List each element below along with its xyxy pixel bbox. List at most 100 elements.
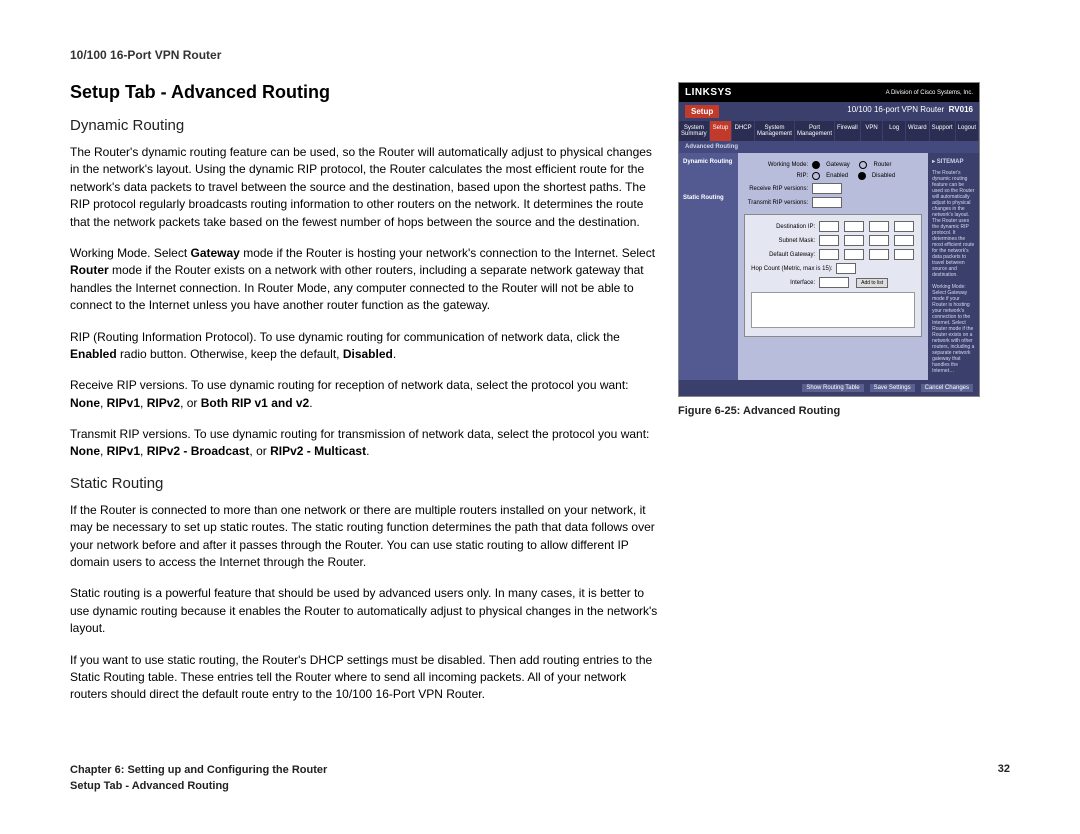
text: , [140,444,147,458]
side-item: Dynamic Routing [683,159,734,165]
tip-text: The Router's dynamic routing feature can… [932,170,975,278]
field-label: Receive RIP versions: [744,186,808,192]
ip-octet [819,235,839,246]
figure-caption: Figure 6-25: Advanced Routing [678,405,1010,417]
ip-octet [819,221,839,232]
field-label: Destination IP: [751,224,815,230]
text: . [366,444,369,458]
field-label: Working Mode: [744,162,808,168]
show-table-button: Show Routing Table [802,384,863,392]
ip-octet [894,221,914,232]
text-column: Setup Tab - Advanced Routing Dynamic Rou… [70,82,660,718]
number-box [836,263,856,274]
text: , [100,396,107,410]
radio-icon [812,172,820,180]
router-tabs: System SummarySetupDHCPSystem Management… [679,121,979,141]
tip-text: Working Mode: Select Gateway mode if you… [932,284,975,374]
model-code: RV016 [949,105,973,114]
router-tab: Logout [956,121,979,141]
static-route-panel: Destination IP: Subnet Mask: Default Gat… [744,214,922,337]
bold: Gateway [191,246,240,260]
field-label: Subnet Mask: [751,238,815,244]
figure-column: LINKSYS A Division of Cisco Systems, Inc… [678,82,1010,718]
ip-octet [869,235,889,246]
bold: RIPv2 [147,396,180,410]
radio-label: Enabled [826,173,848,179]
paragraph: The Router's dynamic routing feature can… [70,144,660,231]
paragraph: Transmit RIP versions. To use dynamic ro… [70,426,660,461]
cancel-button: Cancel Changes [921,384,973,392]
router-tab: Log [883,121,906,141]
router-tips: ▸ SITEMAP The Router's dynamic routing f… [928,153,979,380]
ip-octet [844,235,864,246]
bold: RIPv1 [107,444,140,458]
route-list-box [751,292,915,328]
paragraph: If you want to use static routing, the R… [70,652,660,704]
router-tab: Wizard [906,121,930,141]
side-item: Static Routing [683,195,734,201]
bold: RIPv2 - Broadcast [147,444,250,458]
text: . [393,347,396,361]
text: Transmit RIP versions. To use dynamic ro… [70,427,649,441]
paragraph: If the Router is connected to more than … [70,502,660,572]
text: Working Mode. Select [70,246,191,260]
brand-logo: LINKSYS [685,87,732,98]
text: , or [249,444,270,458]
document-page: 10/100 16-Port VPN Router Setup Tab - Ad… [0,0,1080,834]
router-tab: Port Management [795,121,835,141]
ip-octet [819,249,839,260]
add-button: Add to list [856,278,888,288]
router-body: Dynamic Routing Static Routing Working M… [679,153,979,380]
brand-sub: A Division of Cisco Systems, Inc. [886,90,973,96]
paragraph: Static routing is a powerful feature tha… [70,585,660,637]
bold: None [70,444,100,458]
radio-icon [812,161,820,169]
ip-octet [869,249,889,260]
bold: Both RIP v1 and v2 [201,396,309,410]
radio-icon [859,161,867,169]
ip-octet [894,235,914,246]
radio-icon [858,172,866,180]
radio-label: Router [873,162,891,168]
save-button: Save Settings [870,384,915,392]
page-footer: Chapter 6: Setting up and Configuring th… [70,763,1010,794]
text: . [309,396,312,410]
router-subtabs: Advanced Routing [679,141,979,153]
select-icon [812,183,842,194]
router-tab: VPN [861,121,884,141]
text: RIP (Routing Information Protocol). To u… [70,330,620,344]
running-header: 10/100 16-Port VPN Router [70,48,1010,62]
router-logo-bar: LINKSYS A Division of Cisco Systems, Inc… [679,83,979,102]
radio-label: Disabled [872,173,895,179]
sitemap-label: ▸ SITEMAP [932,159,975,166]
bold: RIPv1 [107,396,140,410]
select-icon [819,277,849,288]
text: , [100,444,107,458]
paragraph: Receive RIP versions. To use dynamic rou… [70,377,660,412]
router-model-bar: Setup 10/100 16-port VPN Router RV016 [679,102,979,121]
bold: Disabled [343,347,393,361]
heading-dynamic: Dynamic Routing [70,117,660,134]
field-label: Hop Count (Metric, max is 15): [751,266,832,272]
paragraph: RIP (Routing Information Protocol). To u… [70,329,660,364]
ip-octet [894,249,914,260]
bold: Enabled [70,347,117,361]
page-number: 32 [998,763,1010,794]
text: , or [180,396,201,410]
radio-label: Gateway [826,162,850,168]
text: mode if the Router exists on a network w… [70,263,644,312]
ip-octet [844,221,864,232]
bold: RIPv2 - Multicast [270,444,366,458]
footer-section: Setup Tab - Advanced Routing [70,779,327,794]
field-label: Interface: [751,280,815,286]
page-title: Setup Tab - Advanced Routing [70,82,660,103]
router-main-panel: Working Mode:Gateway Router RIP:Enabled … [738,153,928,380]
router-tab: System Summary [679,121,710,141]
field-label: Transmit RIP versions: [744,200,808,206]
paragraph: Working Mode. Select Gateway mode if the… [70,245,660,315]
field-label: Default Gateway: [751,252,815,258]
router-ui-figure: LINKSYS A Division of Cisco Systems, Inc… [678,82,980,397]
heading-static: Static Routing [70,475,660,492]
text: , [140,396,147,410]
router-tab: System Management [755,121,795,141]
